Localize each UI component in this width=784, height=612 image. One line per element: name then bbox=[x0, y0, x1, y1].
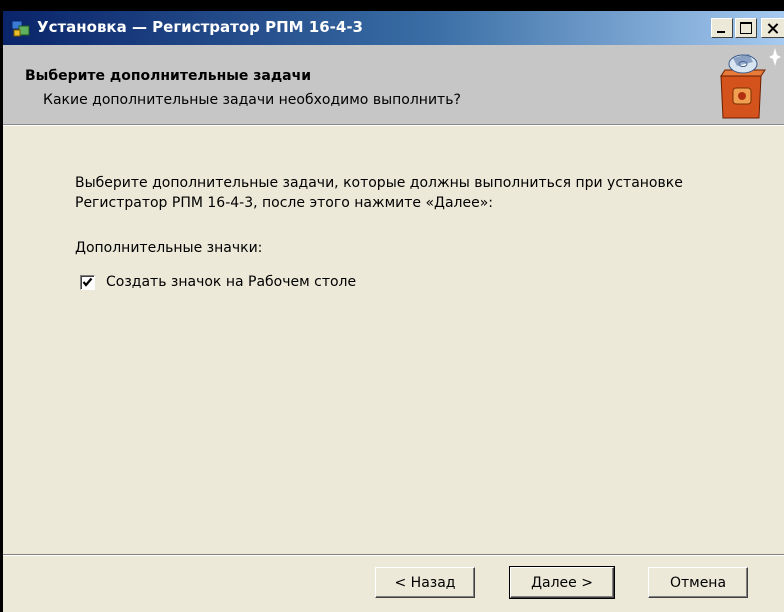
page-title: Выберите дополнительные задачи bbox=[25, 68, 312, 84]
title-bar[interactable]: Установка — Регистратор РПМ 16-4-3 bbox=[3, 11, 784, 45]
setup-wizard-window: Установка — Регистратор РПМ 16-4-3 Выбер… bbox=[3, 11, 784, 612]
checkbox-label[interactable]: Создать значок на Рабочем столе bbox=[106, 274, 356, 290]
page-subtitle: Какие дополнительные задачи необходимо в… bbox=[43, 92, 461, 108]
desktop-icon-checkbox[interactable] bbox=[80, 274, 95, 290]
setup-box-icon bbox=[720, 48, 781, 119]
installer-app-icon bbox=[11, 20, 30, 37]
wizard-header: Выберите дополнительные задачи Какие доп… bbox=[3, 45, 784, 125]
group-label: Дополнительные значки: bbox=[75, 240, 263, 256]
instruction-text: Выберите дополнительные задачи, которые … bbox=[75, 173, 765, 213]
instruction-line: Выберите дополнительные задачи, которые … bbox=[75, 175, 683, 191]
maximize-icon[interactable] bbox=[735, 18, 757, 38]
minimize-icon[interactable] bbox=[711, 18, 733, 38]
cancel-button[interactable]: Отмена bbox=[648, 567, 748, 598]
task-checkbox-row[interactable]: Создать значок на Рабочем столе bbox=[80, 273, 356, 291]
instruction-line: Регистратор РПМ 16-4-3, после этого нажм… bbox=[75, 195, 493, 211]
close-icon[interactable] bbox=[761, 18, 784, 38]
next-button[interactable]: Далее > bbox=[509, 566, 615, 599]
footer-divider-highlight bbox=[3, 555, 784, 556]
checkmark-icon bbox=[82, 277, 93, 287]
back-button[interactable]: < Назад bbox=[375, 567, 475, 598]
window-title: Установка — Регистратор РПМ 16-4-3 bbox=[37, 18, 363, 36]
header-divider bbox=[3, 125, 784, 126]
